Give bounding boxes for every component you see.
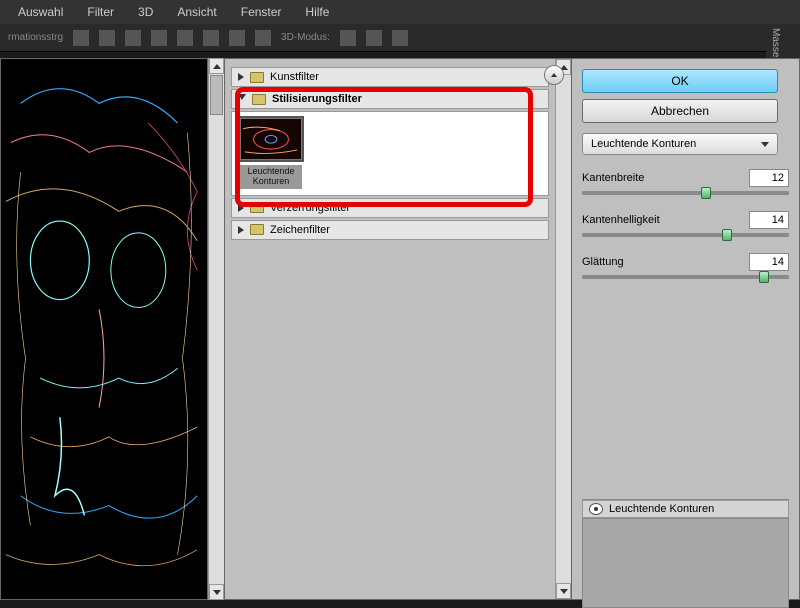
param-label: Kantenhelligkeit: [582, 214, 660, 226]
param-kantenbreite: Kantenbreite: [582, 169, 789, 195]
folder-icon: [250, 202, 264, 213]
disclosure-triangle-icon: [238, 204, 244, 212]
visibility-eye-icon[interactable]: [589, 503, 603, 515]
scroll-down-button[interactable]: [556, 583, 571, 599]
toolbar-icon[interactable]: [366, 30, 382, 46]
param-input-kantenbreite[interactable]: [749, 169, 789, 187]
filter-gallery-dialog: Kunstfilter Stilisierungsfilter Leuchten…: [0, 58, 800, 600]
effect-stack-body: [582, 518, 789, 608]
menu-bar: Auswahl Filter 3D Ansicht Fenster Hilfe: [0, 0, 800, 24]
slider-glaettung[interactable]: [582, 275, 789, 279]
scroll-track[interactable]: [209, 74, 224, 584]
filter-thumbnail-label: Leuchtende Konturen: [240, 165, 302, 189]
menu-filter[interactable]: Filter: [77, 3, 124, 21]
filter-group-verzerrung[interactable]: Verzerrungsfilter: [231, 198, 549, 218]
scroll-thumb[interactable]: [210, 75, 223, 115]
toolbar-icon[interactable]: [73, 30, 89, 46]
cancel-button[interactable]: Abbrechen: [582, 99, 778, 123]
filter-group-label: Verzerrungsfilter: [270, 202, 350, 214]
effect-stack: Leuchtende Konturen: [582, 499, 789, 608]
options-left-label: rmationsstrg: [8, 32, 63, 43]
dropdown-arrow-icon: [761, 142, 769, 147]
filter-group-zeichen[interactable]: Zeichenfilter: [231, 220, 549, 240]
effect-stack-label: Leuchtende Konturen: [609, 503, 714, 515]
toolbar-icon[interactable]: [229, 30, 245, 46]
toolbar-icon[interactable]: [151, 30, 167, 46]
param-glaettung: Glättung: [582, 253, 789, 279]
menu-3d[interactable]: 3D: [128, 3, 163, 21]
filter-group-label: Zeichenfilter: [270, 224, 330, 236]
disclosure-triangle-icon: [238, 73, 244, 81]
slider-knob[interactable]: [722, 229, 732, 241]
slider-knob[interactable]: [759, 271, 769, 283]
folder-icon: [252, 94, 266, 105]
disclosure-triangle-open-icon: [238, 94, 246, 104]
toolbar-icon[interactable]: [340, 30, 356, 46]
scroll-track[interactable]: [556, 75, 571, 583]
toolbar-icon[interactable]: [392, 30, 408, 46]
menu-auswahl[interactable]: Auswahl: [8, 3, 73, 21]
param-input-kantenhelligkeit[interactable]: [749, 211, 789, 229]
disclosure-triangle-icon: [238, 226, 244, 234]
filter-select-dropdown[interactable]: Leuchtende Konturen: [582, 133, 778, 155]
ok-button-label: OK: [671, 74, 688, 88]
toolbar-icon[interactable]: [99, 30, 115, 46]
toolbar-icon[interactable]: [255, 30, 271, 46]
filter-group-expanded: Leuchtende Konturen: [231, 111, 549, 196]
menu-hilfe[interactable]: Hilfe: [295, 3, 339, 21]
effect-stack-item[interactable]: Leuchtende Konturen: [582, 500, 789, 518]
filter-thumbnail-image: [240, 118, 302, 160]
preview-scrollbar[interactable]: [208, 58, 224, 600]
slider-knob[interactable]: [701, 187, 711, 199]
filterlist-scrollbar[interactable]: [555, 59, 571, 599]
param-kantenhelligkeit: Kantenhelligkeit: [582, 211, 789, 237]
filter-group-label: Stilisierungsfilter: [272, 93, 362, 105]
options-mode-label: 3D-Modus:: [281, 32, 330, 43]
menu-fenster[interactable]: Fenster: [231, 3, 292, 21]
scroll-down-button[interactable]: [209, 584, 224, 600]
toolbar-icon[interactable]: [203, 30, 219, 46]
filter-group-stilisierung[interactable]: Stilisierungsfilter: [231, 89, 549, 109]
filter-controls-panel: OK Abbrechen Leuchtende Konturen Kantenb…: [571, 59, 799, 599]
slider-kantenhelligkeit[interactable]: [582, 233, 789, 237]
slider-kantenbreite[interactable]: [582, 191, 789, 195]
folder-icon: [250, 72, 264, 83]
preview-pane[interactable]: [0, 58, 208, 600]
filter-category-panel: Kunstfilter Stilisierungsfilter Leuchten…: [224, 58, 800, 600]
param-label: Glättung: [582, 256, 624, 268]
toolbar-icon[interactable]: [125, 30, 141, 46]
filter-thumb-leuchtende-konturen[interactable]: Leuchtende Konturen: [238, 118, 304, 189]
collapse-button[interactable]: [544, 65, 564, 85]
menu-ansicht[interactable]: Ansicht: [167, 3, 226, 21]
scroll-up-button[interactable]: [209, 58, 224, 74]
toolbar-icon[interactable]: [177, 30, 193, 46]
param-label: Kantenbreite: [582, 172, 644, 184]
filter-group-kunstfilter[interactable]: Kunstfilter: [231, 67, 549, 87]
filter-group-label: Kunstfilter: [270, 71, 319, 83]
folder-icon: [250, 224, 264, 235]
options-bar: rmationsstrg 3D-Modus:: [0, 24, 800, 52]
ok-button[interactable]: OK: [582, 69, 778, 93]
chevron-up-icon: [551, 73, 557, 77]
cancel-button-label: Abbrechen: [651, 104, 709, 118]
filter-list: Kunstfilter Stilisierungsfilter Leuchten…: [225, 59, 555, 599]
dropdown-value: Leuchtende Konturen: [591, 138, 696, 150]
param-input-glaettung[interactable]: [749, 253, 789, 271]
